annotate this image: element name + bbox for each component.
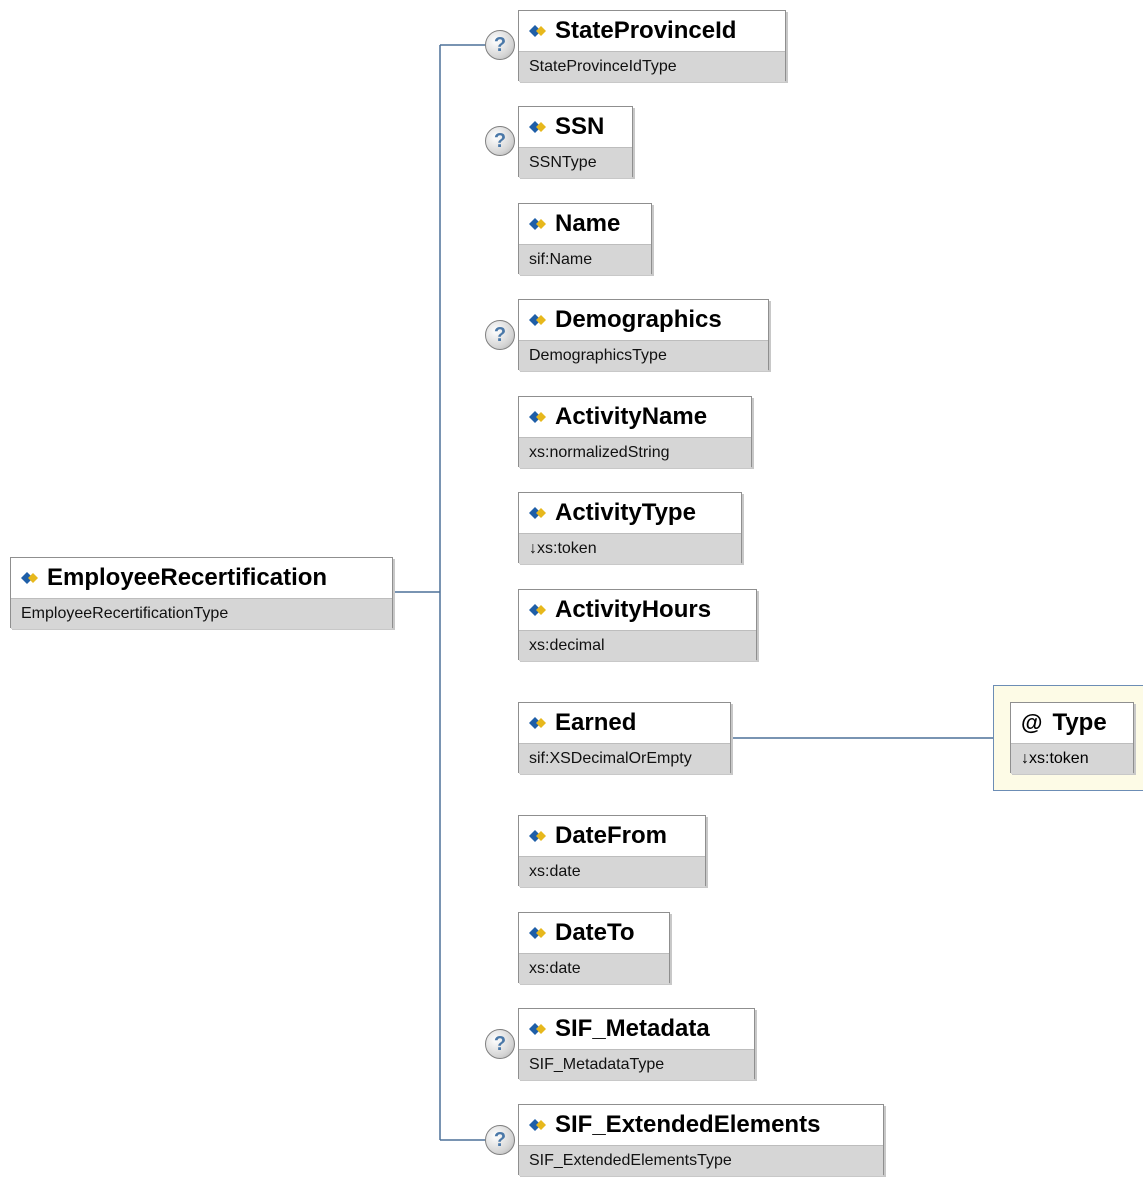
element-type: SIF_MetadataType: [519, 1049, 754, 1080]
element-type: xs:date: [519, 856, 705, 887]
element-name: Demographics: [555, 306, 722, 333]
schema-diagram: EmployeeRecertification EmployeeRecertif…: [0, 0, 1143, 1184]
root-element-node[interactable]: EmployeeRecertification EmployeeRecertif…: [10, 557, 393, 629]
element-node-activityhours[interactable]: ActivityHours xs:decimal: [518, 589, 757, 661]
element-name: Name: [555, 210, 621, 237]
element-icon: [529, 604, 547, 616]
element-node-datefrom[interactable]: DateFrom xs:date: [518, 815, 706, 887]
element-name: DateFrom: [555, 822, 668, 849]
element-name: Earned: [555, 709, 637, 736]
element-node-ssn[interactable]: SSN SSNType: [518, 106, 633, 178]
element-icon: [529, 314, 547, 326]
element-node-sif-extendedelements[interactable]: SIF_ExtendedElements SIF_ExtendedElement…: [518, 1104, 884, 1176]
attribute-name: Type: [1052, 709, 1107, 736]
element-icon: [529, 25, 547, 37]
element-icon: [529, 830, 547, 842]
element-icon: [529, 717, 547, 729]
element-node-dateto[interactable]: DateTo xs:date: [518, 912, 670, 984]
element-type: sif:Name: [519, 244, 651, 275]
element-node-stateprovinceid[interactable]: StateProvinceId StateProvinceIdType: [518, 10, 786, 82]
root-element-type: EmployeeRecertificationType: [11, 598, 392, 629]
attribute-node-type[interactable]: @ Type ↓xs:token: [1010, 702, 1134, 774]
element-node-activitytype[interactable]: ActivityType ↓xs:token: [518, 492, 742, 564]
optional-indicator-icon: ?: [485, 126, 515, 156]
element-type: ↓xs:token: [519, 533, 741, 564]
element-icon: [21, 572, 39, 584]
element-type: sif:XSDecimalOrEmpty: [519, 743, 730, 774]
optional-indicator-icon: ?: [485, 320, 515, 350]
element-node-name[interactable]: Name sif:Name: [518, 203, 652, 275]
optional-indicator-icon: ?: [485, 1029, 515, 1059]
element-type: DemographicsType: [519, 340, 768, 371]
element-type: xs:decimal: [519, 630, 756, 661]
element-name: ActivityHours: [555, 596, 712, 623]
element-icon: [529, 1119, 547, 1131]
element-name: ActivityName: [555, 403, 708, 430]
element-icon: [529, 121, 547, 133]
attribute-icon: @: [1021, 710, 1043, 735]
element-type: StateProvinceIdType: [519, 51, 785, 82]
optional-indicator-icon: ?: [485, 30, 515, 60]
element-name: StateProvinceId: [555, 17, 737, 44]
element-node-demographics[interactable]: Demographics DemographicsType: [518, 299, 769, 371]
element-name: SIF_ExtendedElements: [555, 1111, 821, 1138]
element-name: SIF_Metadata: [555, 1015, 710, 1042]
element-icon: [529, 218, 547, 230]
element-name: DateTo: [555, 919, 635, 946]
element-type: xs:normalizedString: [519, 437, 751, 468]
attribute-type: ↓xs:token: [1011, 743, 1133, 774]
optional-indicator-icon: ?: [485, 1125, 515, 1155]
element-name: SSN: [555, 113, 605, 140]
element-icon: [529, 411, 547, 423]
element-node-earned[interactable]: Earned sif:XSDecimalOrEmpty: [518, 702, 731, 774]
element-name: ActivityType: [555, 499, 696, 526]
element-type: SSNType: [519, 147, 632, 178]
root-element-name: EmployeeRecertification: [47, 564, 328, 591]
element-node-activityname[interactable]: ActivityName xs:normalizedString: [518, 396, 752, 468]
element-node-sif-metadata[interactable]: SIF_Metadata SIF_MetadataType: [518, 1008, 755, 1080]
element-icon: [529, 1023, 547, 1035]
element-type: SIF_ExtendedElementsType: [519, 1145, 883, 1176]
element-type: xs:date: [519, 953, 669, 984]
element-icon: [529, 507, 547, 519]
element-icon: [529, 927, 547, 939]
